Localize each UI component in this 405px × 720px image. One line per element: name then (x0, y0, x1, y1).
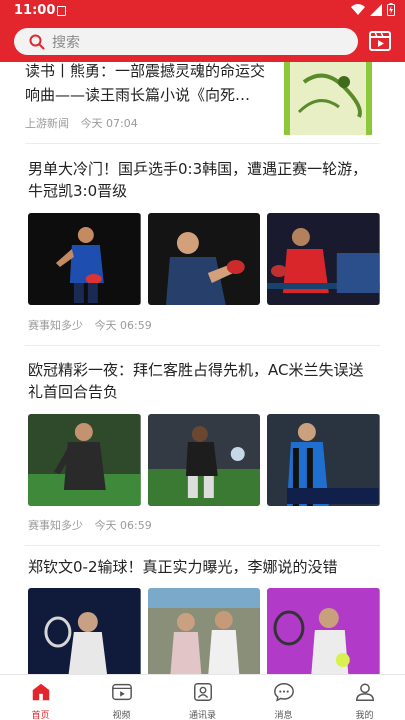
tab-video[interactable]: 视频 (81, 675, 162, 720)
article-meta: 上游新闻 今天 07:04 (25, 115, 146, 131)
article-image (267, 414, 381, 506)
article-image (147, 414, 261, 506)
app-header: 11:00 搜索 (0, 0, 405, 62)
video-button[interactable] (368, 29, 392, 53)
article-image (28, 588, 141, 674)
bottom-tab-bar: 首页 视频 通讯录 消息 我的 (0, 674, 405, 720)
article-source: 上游新闻 (25, 117, 69, 130)
status-bar: 11:00 (0, 0, 405, 22)
article-images (28, 588, 381, 674)
article-image (267, 213, 381, 305)
tab-messages[interactable]: 消息 (243, 675, 324, 720)
article-time: 今天 07:04 (80, 117, 138, 130)
article-image (267, 588, 381, 674)
article-title: 郑钦文0-2输球！真正实力曝光，李娜说的没错 (28, 558, 338, 576)
tab-profile[interactable]: 我的 (324, 675, 405, 720)
article-source: 赛事知多少 (28, 319, 83, 332)
divider (25, 545, 380, 546)
article-source: 赛事知多少 (28, 519, 83, 532)
article-image (147, 213, 261, 305)
notification-icon (57, 6, 66, 16)
article-time: 今天 06:59 (94, 319, 152, 332)
home-icon (32, 683, 49, 701)
message-icon (273, 683, 294, 702)
article-image (28, 213, 141, 305)
article-title: 男单大冷门！国乒选手0:3韩国，遭遇正赛一轮游，牛冠凯3:0晋级 (28, 160, 368, 200)
tab-home[interactable]: 首页 (0, 675, 81, 720)
article-thumbnail (284, 62, 372, 135)
tab-label: 我的 (355, 711, 374, 720)
divider (25, 345, 380, 346)
article-title: 读书丨熊勇：一部震撼灵魂的命运交响曲——读王雨长篇小说《向死… (25, 62, 266, 104)
profile-icon (355, 683, 374, 701)
tab-label: 视频 (112, 711, 131, 720)
tab-label: 首页 (31, 711, 50, 720)
article-title: 欧冠精彩一夜：拜仁客胜占得先机，AC米兰失误送礼首回合告负 (28, 361, 364, 401)
article-image (28, 414, 141, 506)
article-time: 今天 06:59 (94, 519, 152, 532)
article-images (28, 213, 381, 305)
wifi-icon (351, 3, 365, 15)
battery-icon (387, 3, 395, 16)
contacts-icon (193, 683, 212, 701)
search-placeholder: 搜索 (52, 35, 80, 51)
article-meta: 赛事知多少 今天 06:59 (28, 517, 160, 533)
news-feed[interactable]: 读书丨熊勇：一部震撼灵魂的命运交响曲——读王雨长篇小说《向死… 上游新闻 今天 … (0, 62, 405, 674)
divider (25, 143, 380, 144)
video-icon (111, 683, 132, 701)
search-icon (29, 34, 45, 50)
tab-label: 消息 (274, 711, 293, 720)
tab-label: 通讯录 (188, 711, 216, 720)
search-input[interactable]: 搜索 (14, 28, 358, 55)
article-meta: 赛事知多少 今天 06:59 (28, 317, 160, 333)
article-image (147, 588, 261, 674)
tab-contacts[interactable]: 通讯录 (162, 675, 243, 720)
signal-icon (370, 3, 382, 16)
article-images (28, 414, 381, 506)
status-time: 11:00 (14, 3, 56, 18)
